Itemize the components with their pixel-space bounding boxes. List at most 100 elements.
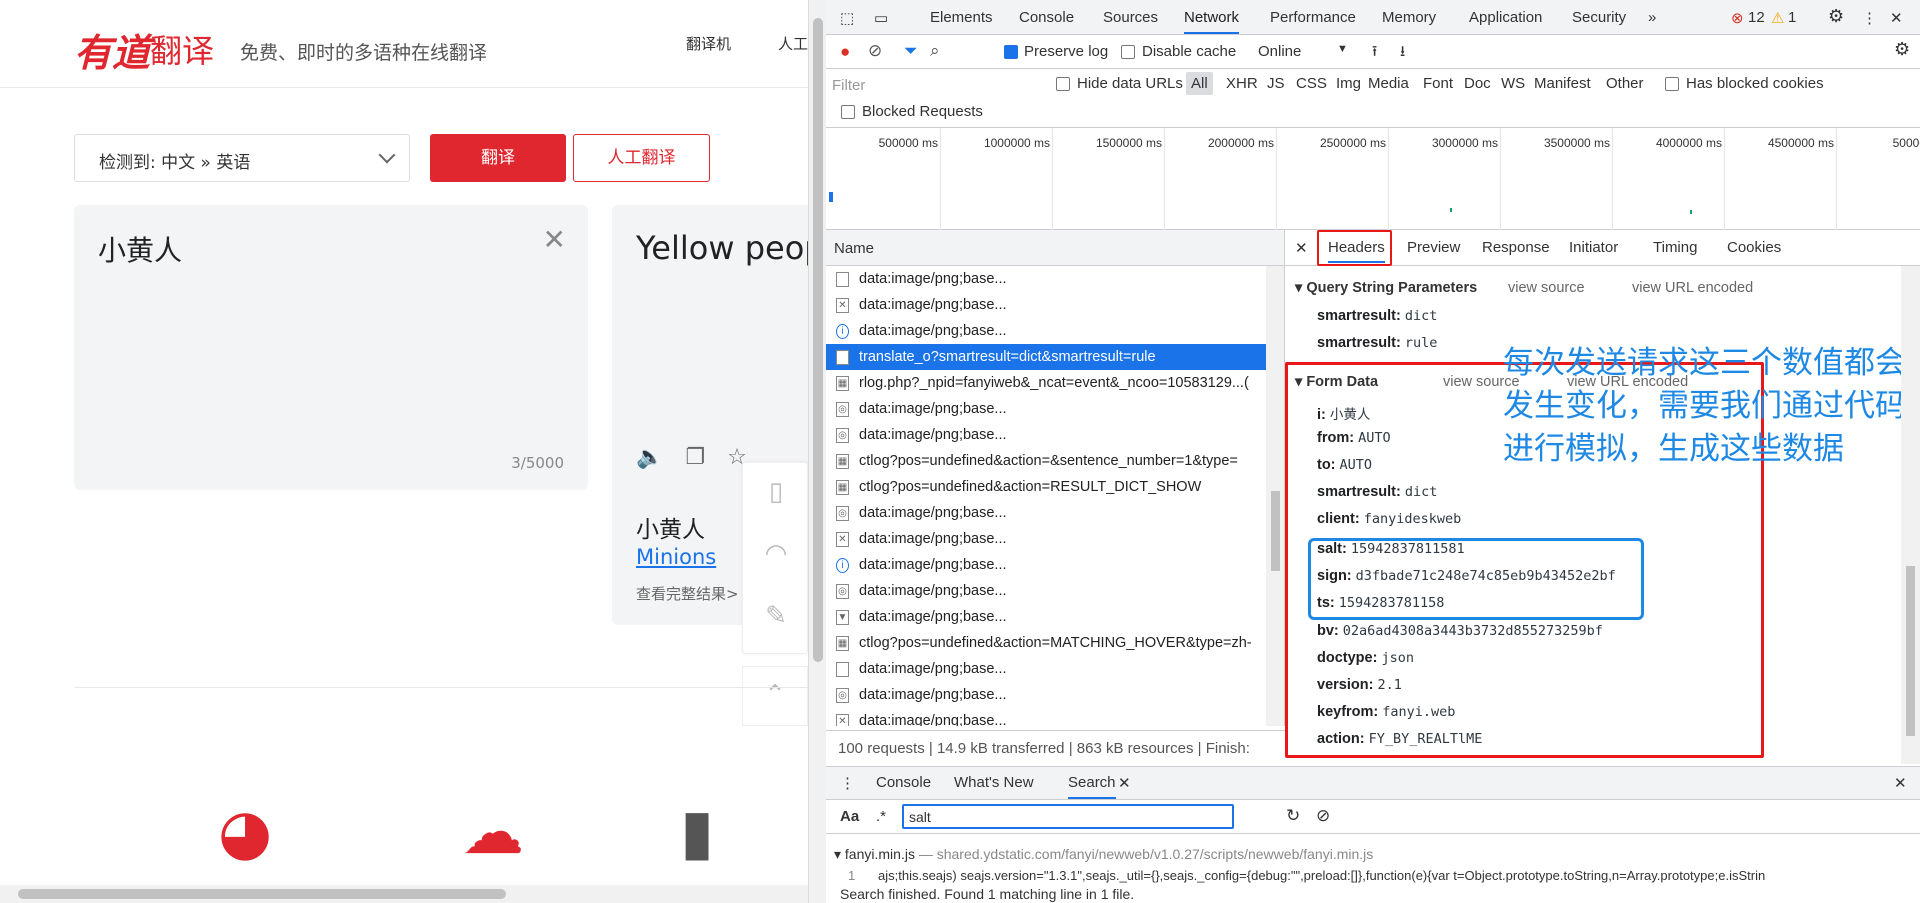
kebab-menu-icon[interactable]: ⋮ (1862, 9, 1877, 27)
tab-timing[interactable]: Timing (1653, 239, 1697, 256)
dict-link[interactable]: Minions (636, 545, 716, 569)
cloud-icon[interactable]: ☁ (462, 795, 524, 868)
list-item[interactable]: ◎ data:image/png;base... (826, 396, 1284, 422)
network-overview[interactable]: 500000 ms 1000000 ms 1500000 ms 2000000 … (826, 128, 1920, 230)
nav-human[interactable]: 人工 (778, 33, 808, 54)
filter-type-xhr[interactable]: XHR (1226, 75, 1258, 92)
dict-more-link[interactable]: 查看完整结果> (636, 583, 739, 604)
settings-icon[interactable]: ⚙ (1828, 6, 1844, 27)
close-icon[interactable]: ✕ (1890, 9, 1903, 27)
human-translate-button[interactable]: 人工翻译 (573, 134, 710, 182)
clear-icon[interactable]: ⊘ (868, 41, 882, 61)
tab-memory[interactable]: Memory (1382, 9, 1436, 26)
list-item[interactable]: i data:image/png;base... (826, 552, 1284, 578)
filter-type-css[interactable]: CSS (1296, 75, 1327, 92)
filter-type-js[interactable]: JS (1267, 75, 1285, 92)
preserve-log-checkbox[interactable] (1004, 45, 1018, 59)
list-item[interactable]: ◎ data:image/png;base... (826, 682, 1284, 708)
detail-scrollbar[interactable] (1901, 266, 1920, 764)
filter-type-ws[interactable]: WS (1501, 75, 1525, 92)
page-scrollbar[interactable] (808, 0, 826, 903)
blocked-requests-checkbox[interactable] (841, 105, 855, 119)
filter-type-all[interactable]: All (1186, 72, 1213, 95)
close-detail-icon[interactable]: ✕ (1295, 239, 1308, 257)
regex-toggle[interactable]: .* (876, 808, 886, 825)
list-item[interactable]: data:image/png;base... (826, 266, 1284, 292)
blocked-cookies-checkbox[interactable] (1665, 77, 1679, 91)
settings-icon[interactable]: ⚙ (1894, 39, 1910, 60)
record-icon[interactable]: ● (840, 42, 850, 62)
scroll-thumb[interactable] (18, 889, 506, 899)
filter-type-img[interactable]: Img (1336, 75, 1361, 92)
export-icon[interactable]: ⭳ (1400, 41, 1405, 66)
tab-response[interactable]: Response (1482, 239, 1550, 256)
device-toggle-icon[interactable]: ▭ (874, 9, 888, 27)
tab-cookies[interactable]: Cookies (1727, 239, 1781, 256)
throttle-select[interactable]: Online (1258, 43, 1301, 60)
tab-initiator[interactable]: Initiator (1569, 239, 1618, 256)
drawer-tab-whats-new[interactable]: What's New (954, 774, 1034, 791)
view-source-link[interactable]: view source (1508, 280, 1585, 296)
hide-data-checkbox[interactable] (1056, 77, 1070, 91)
scroll-thumb[interactable] (813, 18, 823, 662)
tab-sources[interactable]: Sources (1103, 9, 1158, 26)
match-case-toggle[interactable]: Aa (840, 808, 859, 825)
nav-translator-device[interactable]: 翻译机 (686, 33, 731, 54)
filter-type-manifest[interactable]: Manifest (1534, 75, 1591, 92)
tab-elements[interactable]: Elements (930, 9, 993, 26)
close-drawer-icon[interactable]: ✕ (1894, 774, 1907, 792)
result-file[interactable]: ▾ fanyi.min.js — shared.ydstatic.com/fan… (834, 846, 1373, 863)
list-item[interactable]: ◎ data:image/png;base... (826, 578, 1284, 604)
clear-icon[interactable]: ✕ (543, 223, 566, 256)
inspect-icon[interactable]: ⬚ (840, 9, 854, 27)
clear-icon[interactable]: ⊘ (1316, 806, 1330, 826)
drawer-menu-icon[interactable]: ⋮ (840, 774, 855, 792)
feedback-icon[interactable]: ◠ (743, 539, 808, 569)
back-to-top-button[interactable]: ⌃ (742, 666, 808, 726)
form-section-title[interactable]: ▾ Form Data (1295, 374, 1378, 390)
list-item[interactable]: ✕ data:image/png;base... (826, 708, 1284, 726)
name-column-header[interactable]: Name (826, 230, 1285, 266)
tab-security[interactable]: Security (1572, 9, 1626, 26)
language-selector[interactable]: 检测到: 中文 » 英语 (74, 134, 410, 182)
filter-input[interactable]: Filter (832, 77, 865, 94)
scroll-thumb[interactable] (1271, 491, 1280, 571)
copy-icon[interactable]: ❐ (685, 445, 727, 470)
list-item[interactable]: ▦ rlog.php?_npid=fanyiweb&_ncat=event&_nc… (826, 370, 1284, 396)
error-count[interactable]: 12 (1748, 9, 1765, 26)
warning-count[interactable]: 1 (1788, 9, 1796, 26)
list-scrollbar[interactable] (1266, 266, 1284, 726)
import-icon[interactable]: ⭱ (1372, 41, 1377, 66)
list-item[interactable]: ▦ ctlog?pos=undefined&action=&sentence_nu… (826, 448, 1284, 474)
edit-icon[interactable]: ✎ (743, 601, 808, 631)
list-item[interactable]: i data:image/png;base... (826, 318, 1284, 344)
list-item[interactable]: ✕ data:image/png;base... (826, 292, 1284, 318)
youdao-logo[interactable]: 有道 (74, 22, 150, 77)
phone-icon[interactable]: ▯ (743, 477, 808, 507)
list-item[interactable]: ▼ data:image/png;base... (826, 604, 1284, 630)
speaker-icon[interactable]: 🔈 (636, 445, 685, 470)
filter-icon[interactable]: ⏷ (904, 41, 918, 61)
disable-cache-checkbox[interactable] (1121, 45, 1135, 59)
tab-preview[interactable]: Preview (1407, 239, 1460, 256)
filter-type-font[interactable]: Font (1423, 75, 1453, 92)
list-item-selected[interactable]: translate_o?smartresult=dict&smartresult… (826, 344, 1284, 370)
list-item[interactable]: ▦ ctlog?pos=undefined&action=RESULT_DICT_… (826, 474, 1284, 500)
filter-type-doc[interactable]: Doc (1464, 75, 1491, 92)
tab-headers[interactable]: Headers (1328, 239, 1385, 263)
translate-button[interactable]: 翻译 (430, 134, 566, 182)
filter-type-media[interactable]: Media (1368, 75, 1409, 92)
tab-application[interactable]: Application (1469, 9, 1542, 26)
tab-network[interactable]: Network (1184, 9, 1240, 34)
tab-performance[interactable]: Performance (1270, 9, 1356, 26)
source-text[interactable]: 小黄人 (98, 229, 182, 269)
filter-type-other[interactable]: Other (1606, 75, 1644, 92)
list-item[interactable]: ▦ ctlog?pos=undefined&action=MATCHING_HOV… (826, 630, 1284, 656)
query-section-title[interactable]: ▾ Query String Parameters (1295, 280, 1477, 296)
list-item[interactable]: ✕ data:image/png;base... (826, 526, 1284, 552)
result-line[interactable]: ajs;this.seajs) seajs.version="1.3.1",se… (878, 868, 1898, 883)
list-item[interactable]: ◎ data:image/png;base... (826, 500, 1284, 526)
device-icon[interactable]: ▮ (680, 795, 714, 868)
list-item[interactable]: data:image/png;base... (826, 656, 1284, 682)
drawer-tab-console[interactable]: Console (876, 774, 931, 791)
